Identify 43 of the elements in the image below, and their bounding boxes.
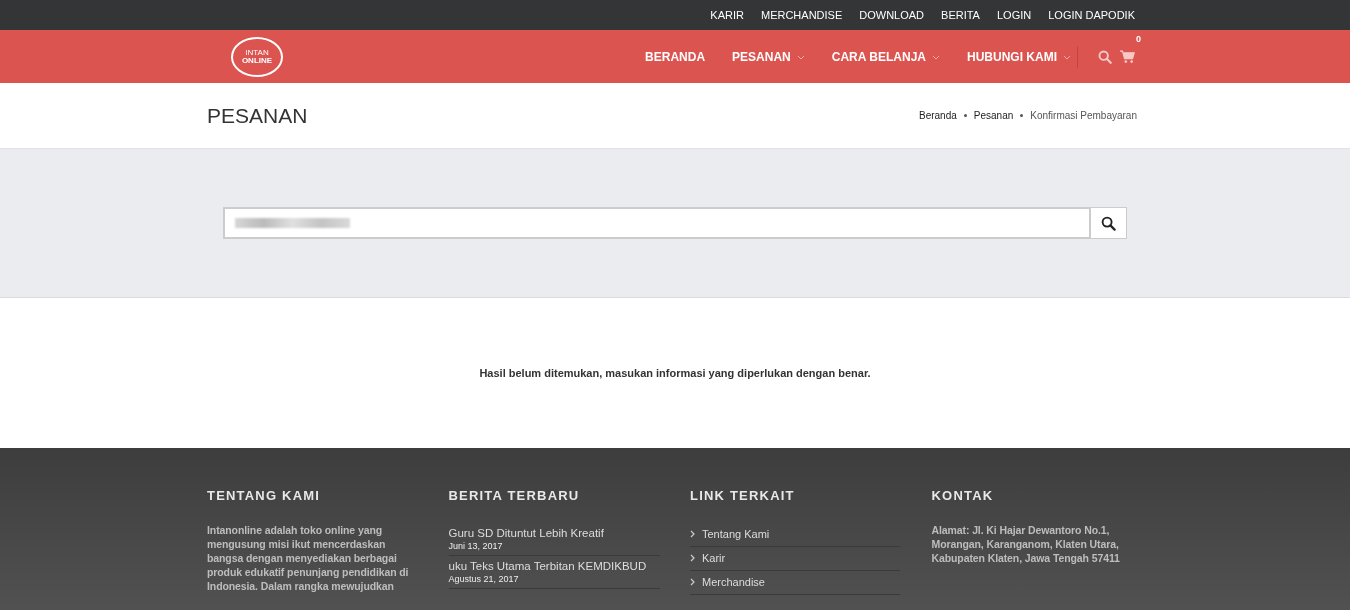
top-link[interactable]: KARIR	[710, 9, 744, 21]
top-link[interactable]: DOWNLOAD	[859, 9, 925, 21]
top-link[interactable]: LOGIN DAPODIK	[1048, 9, 1135, 21]
chevron-icon	[690, 530, 695, 538]
cart-count: 0	[1136, 33, 1141, 44]
nav-link[interactable]: PESANAN	[732, 49, 805, 64]
footer-link[interactable]: Merchandise	[690, 571, 900, 595]
separator-dot-icon	[1020, 114, 1024, 117]
search-button[interactable]	[1091, 207, 1127, 239]
search-icon[interactable]	[1098, 49, 1112, 64]
news-date: Agustus 21, 2017	[448, 574, 520, 584]
top-link[interactable]: BERITA	[941, 9, 980, 21]
about-text: Intanonline adalah toko online yang mengusung misi ikut mencerdaskan bangsa dengan menyediakan berbagai produk edukatif penunjang pendidikan di Indonesia. Dalam rangka mewujudkan	[207, 523, 410, 593]
breadcrumb-link[interactable]: Pesanan	[973, 110, 1014, 121]
cart-icon[interactable]	[1120, 49, 1135, 64]
result-message: Hasil belum ditemukan, masukan informasi yang diperlukan dengan benar.	[479, 367, 871, 379]
footer-link[interactable]: Tentang Kami	[690, 523, 900, 547]
contact-address: Alamat: Jl. Ki Hajar Dewantoro No.1, Morangan, Karanganom, Klaten Utara, Kabupaten Klaten, Jawa Tengah 57411	[931, 523, 1121, 565]
footer-link[interactable]: Karir	[690, 547, 900, 571]
footer-heading: KONTAK	[931, 488, 995, 503]
footer-heading: TENTANG KAMI	[207, 488, 322, 503]
news-date: Juni 13, 2017	[448, 541, 504, 551]
separator-dot-icon	[963, 114, 967, 117]
page-title: PESANAN	[207, 103, 308, 128]
footer-heading: LINK TERKAIT	[690, 488, 796, 503]
top-link[interactable]: MERCHANDISE	[760, 9, 843, 21]
footer-heading: BERITA TERBARU	[448, 488, 581, 503]
caret-icon	[1063, 54, 1071, 60]
nav-link[interactable]: HUBUNGI KAMI	[967, 49, 1071, 64]
search-field[interactable]	[223, 207, 1091, 239]
news-link[interactable]: uku Teks Utama Terbitan KEMDIKBUD	[448, 560, 660, 572]
chevron-icon	[690, 578, 695, 586]
nav-link[interactable]: BERANDA	[645, 49, 706, 64]
caret-icon	[796, 54, 805, 60]
breadcrumb-link[interactable]: Konfirmasi Pembayaran	[1030, 110, 1137, 121]
chevron-icon	[690, 554, 695, 562]
breadcrumb-link[interactable]: Beranda	[919, 110, 957, 121]
caret-icon	[932, 54, 940, 60]
nav-link[interactable]: CARA BELANJA	[831, 49, 940, 64]
news-link[interactable]: Guru SD Dituntut Lebih Kreatif	[448, 527, 660, 539]
logo[interactable]: INTAN ONLINE	[231, 36, 283, 77]
top-link[interactable]: LOGIN	[996, 9, 1032, 21]
search-icon	[1101, 215, 1116, 231]
